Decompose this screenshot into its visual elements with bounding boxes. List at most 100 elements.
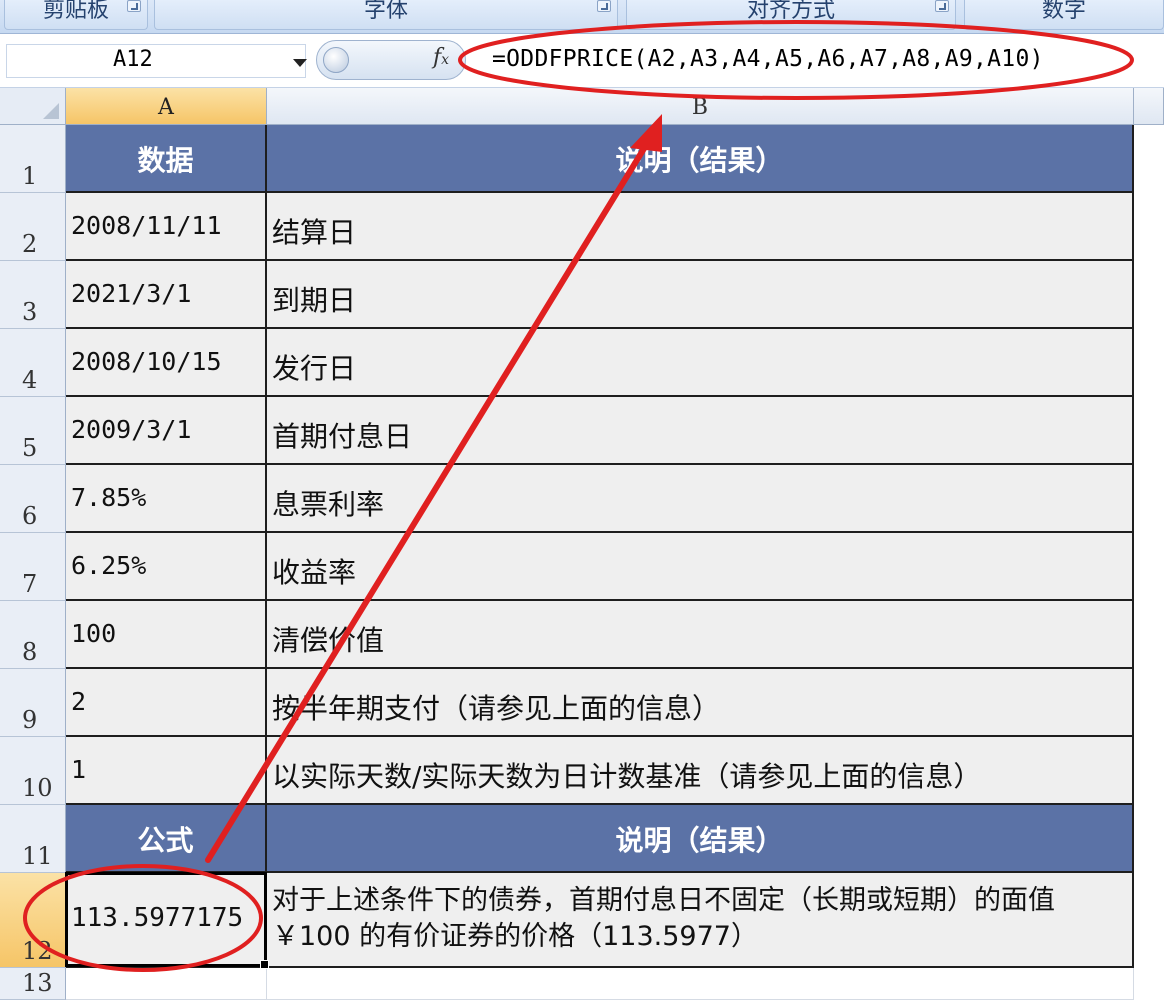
cell-b5[interactable]: 首期付息日 xyxy=(267,397,1134,465)
ribbon-group-font[interactable]: 字体 xyxy=(154,0,618,30)
cell-b1[interactable]: 说明（结果） xyxy=(267,125,1134,193)
cell-value: 6.25% xyxy=(71,551,147,580)
cell-a8[interactable]: 100 xyxy=(66,601,267,669)
row-header-2[interactable]: 2 xyxy=(0,193,66,261)
cell-a12[interactable]: 113.5977175 xyxy=(66,873,267,968)
cell-value: 2008/10/15 xyxy=(71,347,222,376)
row-number: 12 xyxy=(22,937,53,965)
row-number: 3 xyxy=(22,298,38,326)
ribbon-group-label: 数字 xyxy=(1041,0,1086,23)
cell-b3[interactable]: 到期日 xyxy=(267,261,1134,329)
cell-b6[interactable]: 息票利率 xyxy=(267,465,1134,533)
cell-a3[interactable]: 2021/3/1 xyxy=(66,261,267,329)
resize-handle[interactable] xyxy=(323,47,349,73)
cell-value: 发行日 xyxy=(272,352,357,385)
cell-value: 说明（结果） xyxy=(615,144,784,177)
cell-a2[interactable]: 2008/11/11 xyxy=(66,193,267,261)
row-number: 2 xyxy=(22,230,38,258)
formula-bar: A12 fx =ODDFPRICE(A2,A3,A4,A5,A6,A7,A8,A… xyxy=(0,34,1164,88)
cell-a7[interactable]: 6.25% xyxy=(66,533,267,601)
column-header-b[interactable]: B xyxy=(267,88,1134,125)
cell-a9[interactable]: 2 xyxy=(66,669,267,737)
chevron-down-icon[interactable] xyxy=(293,59,307,67)
row-header-11[interactable]: 11 xyxy=(0,805,66,873)
ribbon-group-label: 字体 xyxy=(363,0,408,23)
ribbon-group-label: 剪贴板 xyxy=(42,0,109,23)
row-header-5[interactable]: 5 xyxy=(0,397,66,465)
insert-function-icon[interactable]: fx xyxy=(433,45,449,70)
row-header-1[interactable]: 1 xyxy=(0,125,66,193)
cell-value: 数据 xyxy=(137,144,194,177)
cell-a6[interactable]: 7.85% xyxy=(66,465,267,533)
cell-b2[interactable]: 结算日 xyxy=(267,193,1134,261)
row-number: 5 xyxy=(22,434,38,462)
cell-value: 说明（结果） xyxy=(615,824,784,857)
name-box[interactable]: A12 xyxy=(6,44,307,78)
select-all-button[interactable] xyxy=(0,88,66,125)
cell-a1[interactable]: 数据 xyxy=(66,125,267,193)
row-number: 13 xyxy=(22,969,53,997)
cell-value: 结算日 xyxy=(272,216,357,249)
ribbon-group-strip: 剪贴板 字体 对齐方式 数字 xyxy=(0,0,1164,34)
cell-value: 首期付息日 xyxy=(272,420,413,453)
row-header-12[interactable]: 12 xyxy=(0,873,66,968)
dialog-launcher-icon[interactable] xyxy=(597,0,611,12)
cell-value: 公式 xyxy=(137,824,194,857)
column-header-a[interactable]: A xyxy=(66,88,267,125)
row-number: 8 xyxy=(22,638,38,666)
cell-value: 按半年期支付（请参见上面的信息） xyxy=(272,692,721,725)
cell-b10[interactable]: 以实际天数/实际天数为日计数基准（请参见上面的信息） xyxy=(267,737,1134,805)
cell-value: 对于上述条件下的债券，首期付息日不固定（长期或短期）的面值 ￥100 的有价证券… xyxy=(272,885,1055,952)
row-number: 9 xyxy=(22,706,38,734)
cell-b7[interactable]: 收益率 xyxy=(267,533,1134,601)
row-number: 10 xyxy=(22,774,53,802)
cell-b12[interactable]: 对于上述条件下的债券，首期付息日不固定（长期或短期）的面值 ￥100 的有价证券… xyxy=(267,873,1134,968)
row-header-4[interactable]: 4 xyxy=(0,329,66,397)
cell-b13[interactable] xyxy=(267,968,1134,1000)
row-header-13[interactable]: 13 xyxy=(0,968,66,1000)
cell-value: 113.5977175 xyxy=(71,903,244,933)
cell-b8[interactable]: 清偿价值 xyxy=(267,601,1134,669)
cell-b9[interactable]: 按半年期支付（请参见上面的信息） xyxy=(267,669,1134,737)
row-header-10[interactable]: 10 xyxy=(0,737,66,805)
cell-value: 息票利率 xyxy=(272,488,385,521)
cell-value: 清偿价值 xyxy=(272,624,385,657)
cell-value: 2008/11/11 xyxy=(71,211,222,240)
cell-value: 收益率 xyxy=(272,556,357,589)
cell-value: 2021/3/1 xyxy=(71,279,192,308)
cell-a5[interactable]: 2009/3/1 xyxy=(66,397,267,465)
cell-b11[interactable]: 说明（结果） xyxy=(267,805,1134,873)
cell-b4[interactable]: 发行日 xyxy=(267,329,1134,397)
row-header-8[interactable]: 8 xyxy=(0,601,66,669)
row-header-6[interactable]: 6 xyxy=(0,465,66,533)
row-header-9[interactable]: 9 xyxy=(0,669,66,737)
cell-value: 7.85% xyxy=(71,483,147,512)
cell-value: 1 xyxy=(71,755,87,784)
cell-value: 100 xyxy=(71,619,117,648)
row-header-3[interactable]: 3 xyxy=(0,261,66,329)
ribbon-group-number[interactable]: 数字 xyxy=(964,0,1164,30)
cell-value: 到期日 xyxy=(272,284,357,317)
row-number: 1 xyxy=(22,162,38,190)
name-box-value: A12 xyxy=(113,47,153,72)
ribbon-group-alignment[interactable]: 对齐方式 xyxy=(626,0,956,30)
column-header-c[interactable] xyxy=(1134,88,1164,125)
row-number: 11 xyxy=(22,842,53,870)
cell-a11[interactable]: 公式 xyxy=(66,805,267,873)
dialog-launcher-icon[interactable] xyxy=(935,0,949,12)
row-number: 6 xyxy=(22,502,38,530)
formula-bar-controls: fx xyxy=(316,40,466,80)
formula-input[interactable]: =ODDFPRICE(A2,A3,A4,A5,A6,A7,A8,A9,A10) xyxy=(492,46,1044,72)
cell-value: 以实际天数/实际天数为日计数基准（请参见上面的信息） xyxy=(272,760,982,793)
row-number: 4 xyxy=(22,366,38,394)
cell-a10[interactable]: 1 xyxy=(66,737,267,805)
fill-handle[interactable] xyxy=(260,960,269,969)
cell-a4[interactable]: 2008/10/15 xyxy=(66,329,267,397)
dialog-launcher-icon[interactable] xyxy=(127,0,141,12)
ribbon-group-clipboard[interactable]: 剪贴板 xyxy=(4,0,148,30)
ribbon-group-label: 对齐方式 xyxy=(746,0,835,23)
cell-a13[interactable] xyxy=(66,968,267,1000)
row-header-7[interactable]: 7 xyxy=(0,533,66,601)
row-number: 7 xyxy=(22,570,38,598)
worksheet-grid: A B 1 数据 说明（结果） 2 2008/11/11 结算日 3 2021/3/1 到期日 4… xyxy=(0,88,1164,1000)
